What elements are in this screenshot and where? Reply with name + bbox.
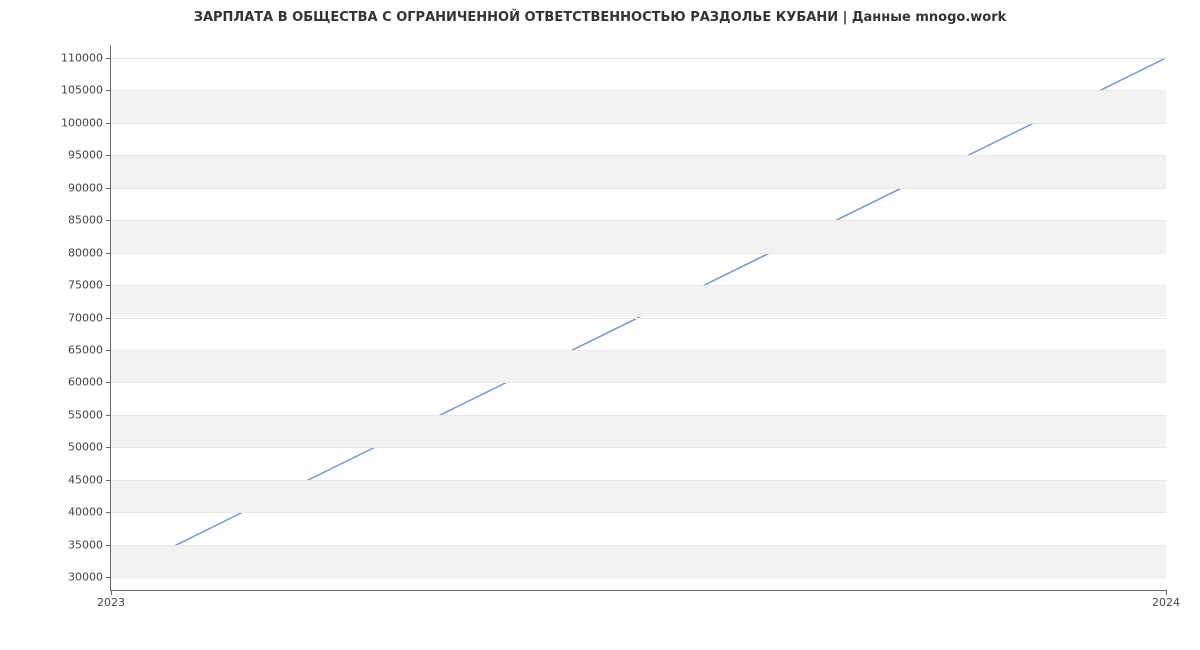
y-tick-label: 75000 (68, 279, 111, 292)
y-tick-notch (106, 350, 111, 351)
grid-band (111, 220, 1166, 252)
plot-area: 3000035000400004500050000550006000065000… (110, 45, 1166, 591)
x-tick-label: 2024 (1152, 596, 1180, 609)
y-tick-label: 85000 (68, 214, 111, 227)
gridline (111, 350, 1166, 351)
y-tick-label: 70000 (68, 311, 111, 324)
gridline (111, 155, 1166, 156)
y-tick-notch (106, 123, 111, 124)
y-tick-label: 95000 (68, 149, 111, 162)
y-tick-notch (106, 512, 111, 513)
y-tick-label: 100000 (61, 116, 111, 129)
y-tick-label: 30000 (68, 571, 111, 584)
grid-band (111, 415, 1166, 447)
grid-band (111, 90, 1166, 122)
y-tick-label: 60000 (68, 376, 111, 389)
gridline (111, 123, 1166, 124)
y-tick-label: 45000 (68, 473, 111, 486)
chart-title: ЗАРПЛАТА В ОБЩЕСТВА С ОГРАНИЧЕННОЙ ОТВЕТ… (0, 10, 1200, 25)
y-tick-label: 105000 (61, 84, 111, 97)
y-tick-notch (106, 90, 111, 91)
y-tick-notch (106, 155, 111, 156)
y-tick-label: 35000 (68, 538, 111, 551)
y-tick-notch (106, 447, 111, 448)
y-tick-label: 55000 (68, 408, 111, 421)
y-tick-notch (106, 545, 111, 546)
grid-band (111, 545, 1166, 577)
gridline (111, 512, 1166, 513)
gridline (111, 480, 1166, 481)
gridline (111, 382, 1166, 383)
y-tick-label: 80000 (68, 246, 111, 259)
gridline (111, 447, 1166, 448)
y-tick-label: 50000 (68, 441, 111, 454)
gridline (111, 577, 1166, 578)
y-tick-notch (106, 415, 111, 416)
gridline (111, 285, 1166, 286)
y-tick-notch (106, 480, 111, 481)
y-tick-notch (106, 318, 111, 319)
grid-band (111, 155, 1166, 187)
gridline (111, 90, 1166, 91)
gridline (111, 545, 1166, 546)
y-tick-label: 110000 (61, 51, 111, 64)
y-tick-notch (106, 285, 111, 286)
y-tick-notch (106, 577, 111, 578)
y-tick-notch (106, 220, 111, 221)
y-tick-notch (106, 382, 111, 383)
y-tick-notch (106, 253, 111, 254)
gridline (111, 58, 1166, 59)
grid-band (111, 285, 1166, 317)
grid-band (111, 480, 1166, 512)
gridline (111, 253, 1166, 254)
x-tick-notch (111, 590, 112, 595)
salary-line-chart: ЗАРПЛАТА В ОБЩЕСТВА С ОГРАНИЧЕННОЙ ОТВЕТ… (0, 0, 1200, 650)
y-tick-notch (106, 58, 111, 59)
y-tick-label: 90000 (68, 181, 111, 194)
grid-band (111, 350, 1166, 382)
gridline (111, 318, 1166, 319)
gridline (111, 188, 1166, 189)
x-tick-label: 2023 (97, 596, 125, 609)
y-tick-label: 40000 (68, 506, 111, 519)
gridline (111, 220, 1166, 221)
y-tick-label: 65000 (68, 343, 111, 356)
gridline (111, 415, 1166, 416)
x-tick-notch (1166, 590, 1167, 595)
y-tick-notch (106, 188, 111, 189)
